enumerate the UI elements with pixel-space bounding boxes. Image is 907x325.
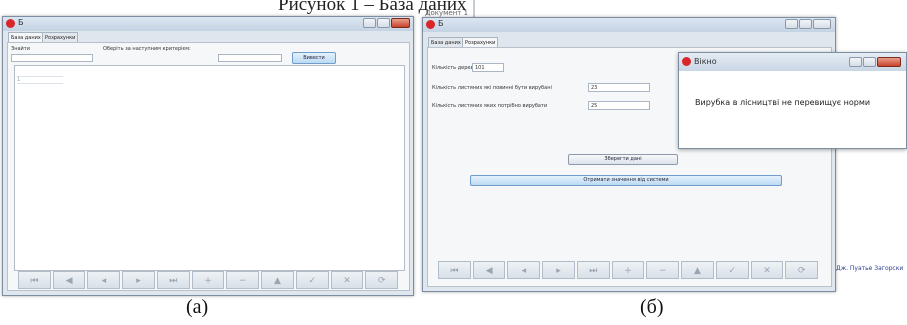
app-icon [6, 19, 15, 28]
left-app-window: Б База даних Розрахунки Знайти Оберіть з… [2, 16, 414, 296]
save-data-button[interactable]: Зберегти дані [568, 154, 678, 165]
forward-icon[interactable]: ▸ [542, 261, 575, 279]
search-input[interactable] [11, 54, 93, 62]
dialog-message: Вирубка в лісництві не перевищує норми [695, 98, 871, 107]
search-label: Знайти [11, 46, 30, 52]
rewind-icon[interactable]: ◀ [472, 261, 506, 279]
message-dialog: Вікно Вирубка в лісництві не перевищує н… [678, 52, 907, 149]
row-value-field[interactable]: 101 [472, 63, 504, 72]
criteria-input[interactable] [218, 54, 282, 62]
right-title-bar: Б [423, 18, 835, 32]
cancel-icon[interactable]: ✕ [330, 271, 364, 289]
cancel-icon[interactable]: ✕ [750, 261, 784, 279]
navigation-toolbar: ⏮ ◀ ◂ ▸ ⏭ + − ▲ ✓ ✕ ⟳ [18, 271, 399, 289]
minimize-button[interactable] [363, 18, 376, 28]
left-tab-panel: Знайти Оберіть за наступним критерієм: В… [7, 42, 410, 291]
forward-icon[interactable]: ▸ [122, 271, 155, 289]
up-icon[interactable]: ▲ [261, 271, 294, 289]
close-button[interactable] [391, 18, 410, 28]
app-icon [426, 20, 435, 29]
dialog-title-bar: Вікно [679, 53, 906, 71]
data-grid[interactable]: 1 [14, 65, 405, 271]
back-icon[interactable]: ◂ [87, 271, 121, 289]
dialog-title: Вікно [694, 57, 717, 66]
row-value-field[interactable]: 25 [588, 101, 650, 110]
prev-icon[interactable]: ⏮ [18, 271, 51, 289]
rewind-icon[interactable]: ◀ [52, 271, 86, 289]
side-note: Дж. Пуатье Загорски [836, 265, 904, 272]
minimize-button[interactable] [785, 19, 798, 29]
navigation-toolbar: ⏮ ◀ ◂ ▸ ⏭ + − ▲ ✓ ✕ ⟳ [438, 261, 819, 279]
minus-icon[interactable]: − [226, 271, 260, 289]
minus-icon[interactable]: − [646, 261, 680, 279]
row-label: Кількість листяних які повинні бути виру… [432, 85, 552, 91]
dialog-app-icon [682, 57, 691, 66]
caption-b: (б) [640, 296, 664, 318]
back-icon[interactable]: ◂ [507, 261, 541, 279]
row-value-field[interactable]: 23 [588, 83, 650, 92]
row-label: Кількість листяних яких потрібно вирубат… [432, 103, 548, 109]
row-label: Кількість дерев [432, 65, 474, 71]
maximize-button[interactable] [377, 18, 390, 28]
plus-icon[interactable]: + [611, 261, 645, 279]
maximize-button[interactable] [799, 19, 812, 29]
grid-row[interactable]: 1 [17, 77, 63, 84]
refresh-icon[interactable]: ⟳ [785, 261, 819, 279]
left-window-title: Б [18, 18, 24, 27]
close-button[interactable] [813, 19, 831, 29]
right-window-title: Б [438, 19, 444, 28]
criteria-hint: Оберіть за наступним критерієм: [103, 46, 191, 52]
minimize-button[interactable] [849, 57, 862, 67]
check-icon[interactable]: ✓ [295, 271, 329, 289]
next-icon[interactable]: ⏭ [576, 261, 610, 279]
output-button[interactable]: Вивести [292, 52, 336, 64]
left-title-bar: Б [3, 17, 413, 31]
plus-icon[interactable]: + [191, 271, 225, 289]
close-button[interactable] [877, 57, 901, 67]
get-values-button[interactable]: Отримати значення від системи [470, 175, 782, 186]
up-icon[interactable]: ▲ [681, 261, 714, 279]
check-icon[interactable]: ✓ [715, 261, 749, 279]
maximize-button[interactable] [863, 57, 876, 67]
grid-row[interactable] [17, 70, 63, 77]
document-header: Документ 1 [425, 9, 469, 17]
caption-a: (а) [186, 296, 209, 318]
next-icon[interactable]: ⏭ [156, 271, 190, 289]
prev-icon[interactable]: ⏮ [438, 261, 471, 279]
refresh-icon[interactable]: ⟳ [365, 271, 399, 289]
